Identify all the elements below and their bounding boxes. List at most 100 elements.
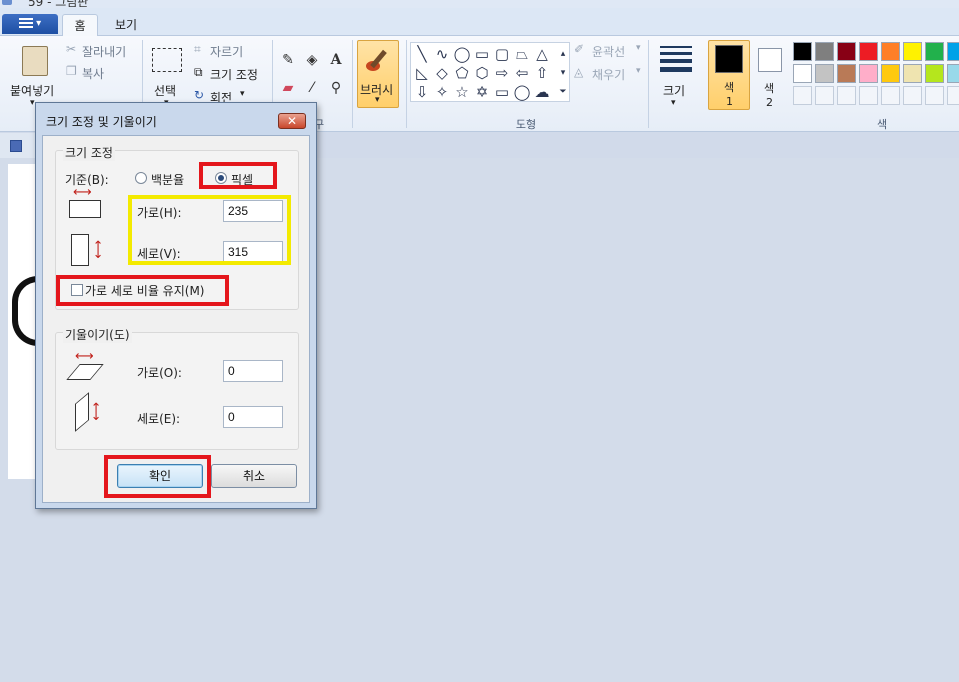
fill-label: 채우기 bbox=[592, 68, 626, 82]
six-point-star-shape-icon[interactable]: ✡ bbox=[473, 83, 491, 101]
line-width-icon bbox=[660, 46, 692, 72]
custom-color-swatch[interactable] bbox=[947, 86, 959, 105]
scroll-up-icon[interactable]: ▴ bbox=[554, 45, 572, 63]
highlight-ok-button bbox=[104, 455, 211, 498]
diamond-shape-icon[interactable]: ◇ bbox=[433, 64, 451, 82]
tab-home[interactable]: 홈 bbox=[62, 14, 98, 37]
fill-button[interactable]: ◬ 채우기 ▾ bbox=[574, 65, 644, 83]
pencil-icon[interactable]: ✎ bbox=[278, 50, 298, 70]
custom-color-swatch[interactable] bbox=[837, 86, 856, 105]
magnifier-icon[interactable]: ⚲ bbox=[326, 78, 346, 98]
skew-horizontal-input[interactable] bbox=[223, 360, 283, 382]
cut-button[interactable]: ✂ 잘라내기 bbox=[66, 42, 136, 60]
scroll-down-icon[interactable]: ▾ bbox=[554, 64, 572, 82]
color-swatch[interactable] bbox=[793, 42, 812, 61]
left-arrow-shape-icon[interactable]: ⇦ bbox=[513, 64, 531, 82]
hexagon-shape-icon[interactable]: ⬡ bbox=[473, 64, 491, 82]
custom-color-swatch[interactable] bbox=[903, 86, 922, 105]
eraser-icon[interactable]: ▰ bbox=[278, 78, 298, 98]
five-point-star-shape-icon[interactable]: ☆ bbox=[453, 83, 471, 101]
oval-shape-icon[interactable]: ◯ bbox=[453, 45, 471, 63]
color-swatch[interactable] bbox=[859, 64, 878, 83]
divider bbox=[648, 40, 649, 128]
color-swatch[interactable] bbox=[815, 42, 834, 61]
outline-button[interactable]: ✐ 윤곽선 ▾ bbox=[574, 42, 644, 60]
size-button[interactable]: 크기 ▾ bbox=[656, 40, 696, 110]
color-swatch[interactable] bbox=[837, 64, 856, 83]
outline-icon: ✐ bbox=[574, 42, 585, 56]
fill-bucket-icon[interactable]: ◈ bbox=[302, 50, 322, 70]
color-swatch[interactable] bbox=[793, 64, 812, 83]
color-swatch[interactable] bbox=[837, 42, 856, 61]
color-swatch[interactable] bbox=[903, 64, 922, 83]
color1-label: 색 bbox=[724, 81, 735, 94]
custom-color-swatch[interactable] bbox=[859, 86, 878, 105]
vertical-resize-icon bbox=[71, 234, 89, 266]
skew-horizontal-label: 가로(O): bbox=[137, 366, 182, 380]
color-swatch[interactable] bbox=[947, 64, 959, 83]
copy-icon: ❐ bbox=[66, 64, 77, 78]
chevron-down-icon: ▾ bbox=[671, 98, 676, 108]
save-icon[interactable] bbox=[10, 140, 22, 152]
drawing-canvas[interactable] bbox=[8, 164, 38, 479]
pentagon-shape-icon[interactable]: ⬠ bbox=[453, 64, 471, 82]
fill-icon: ◬ bbox=[574, 65, 584, 79]
chevron-down-icon: ▾ bbox=[30, 98, 35, 108]
crop-button[interactable]: ⌗ 자르기 bbox=[194, 42, 264, 60]
custom-color-swatch[interactable] bbox=[881, 86, 900, 105]
vertical-arrow-icon: ⟷ bbox=[90, 240, 105, 259]
dialog-title-bar[interactable]: 크기 조정 및 기울이기 ✕ bbox=[36, 103, 316, 131]
divider bbox=[406, 40, 407, 128]
rectangle-shape-icon[interactable]: ▭ bbox=[473, 45, 491, 63]
color-swatch[interactable] bbox=[859, 42, 878, 61]
color-picker-icon[interactable]: ⁄ bbox=[302, 78, 322, 98]
brush-button[interactable]: 브러시 ▾ bbox=[357, 40, 399, 108]
horizontal-arrow-icon: ⟷ bbox=[73, 185, 92, 200]
color-swatch[interactable] bbox=[947, 42, 959, 61]
oval-callout-shape-icon[interactable]: ◯ bbox=[513, 83, 531, 101]
custom-color-swatch[interactable] bbox=[815, 86, 834, 105]
custom-color-swatch[interactable] bbox=[925, 86, 944, 105]
color-swatch[interactable] bbox=[815, 64, 834, 83]
skew-group-legend: 기울이기(도) bbox=[63, 326, 132, 343]
selection-icon bbox=[152, 48, 182, 72]
polygon-shape-icon[interactable]: ⏢ bbox=[513, 45, 531, 63]
paste-button[interactable]: 붙여넣기 ▾ bbox=[8, 40, 62, 110]
cloud-callout-shape-icon[interactable]: ☁ bbox=[533, 83, 551, 101]
right-arrow-shape-icon[interactable]: ⇨ bbox=[493, 64, 511, 82]
copy-button[interactable]: ❐ 복사 bbox=[66, 64, 126, 82]
color1-swatch bbox=[715, 45, 743, 73]
color-swatch[interactable] bbox=[925, 64, 944, 83]
four-point-star-shape-icon[interactable]: ✧ bbox=[433, 83, 451, 101]
rounded-rectangle-shape-icon[interactable]: ▢ bbox=[493, 45, 511, 63]
line-shape-icon[interactable]: ╲ bbox=[413, 45, 431, 63]
file-menu-button[interactable]: ▾ bbox=[2, 14, 58, 34]
expand-gallery-icon[interactable]: ⏷ bbox=[554, 83, 572, 101]
triangle-shape-icon[interactable]: △ bbox=[533, 45, 551, 63]
resize-button[interactable]: ⧉ 크기 조정 bbox=[194, 65, 270, 83]
custom-color-swatch[interactable] bbox=[793, 86, 812, 105]
percent-radio-label[interactable]: 백분율 bbox=[151, 171, 184, 188]
percent-radio[interactable] bbox=[135, 172, 147, 184]
color-swatch[interactable] bbox=[903, 42, 922, 61]
color2-button[interactable]: 색 2 bbox=[752, 40, 788, 110]
down-arrow-shape-icon[interactable]: ⇩ bbox=[413, 83, 431, 101]
right-triangle-shape-icon[interactable]: ◺ bbox=[413, 64, 431, 82]
tab-view[interactable]: 보기 bbox=[106, 14, 146, 37]
cancel-button[interactable]: 취소 bbox=[211, 464, 297, 488]
close-button[interactable]: ✕ bbox=[278, 113, 306, 129]
paste-label: 붙여넣기 bbox=[10, 84, 55, 98]
color-swatch[interactable] bbox=[881, 42, 900, 61]
skew-vertical-input[interactable] bbox=[223, 406, 283, 428]
ribbon-tab-strip: ▾ 홈 보기 bbox=[0, 8, 959, 37]
text-tool-icon[interactable]: A bbox=[326, 50, 346, 70]
dialog-client-area: 크기 조정 기준(B): 백분율 픽셀 ⟷ 가로(H): ⟷ 세로(V): 가로… bbox=[42, 135, 310, 503]
color1-button[interactable]: 색 1 bbox=[708, 40, 750, 110]
color-swatch[interactable] bbox=[881, 64, 900, 83]
crop-icon: ⌗ bbox=[194, 42, 201, 56]
up-arrow-shape-icon[interactable]: ⇧ bbox=[533, 64, 551, 82]
select-button[interactable]: 선택 ▾ bbox=[148, 40, 188, 110]
color-swatch[interactable] bbox=[925, 42, 944, 61]
rect-callout-shape-icon[interactable]: ▭ bbox=[493, 83, 511, 101]
curve-shape-icon[interactable]: ∿ bbox=[433, 45, 451, 63]
